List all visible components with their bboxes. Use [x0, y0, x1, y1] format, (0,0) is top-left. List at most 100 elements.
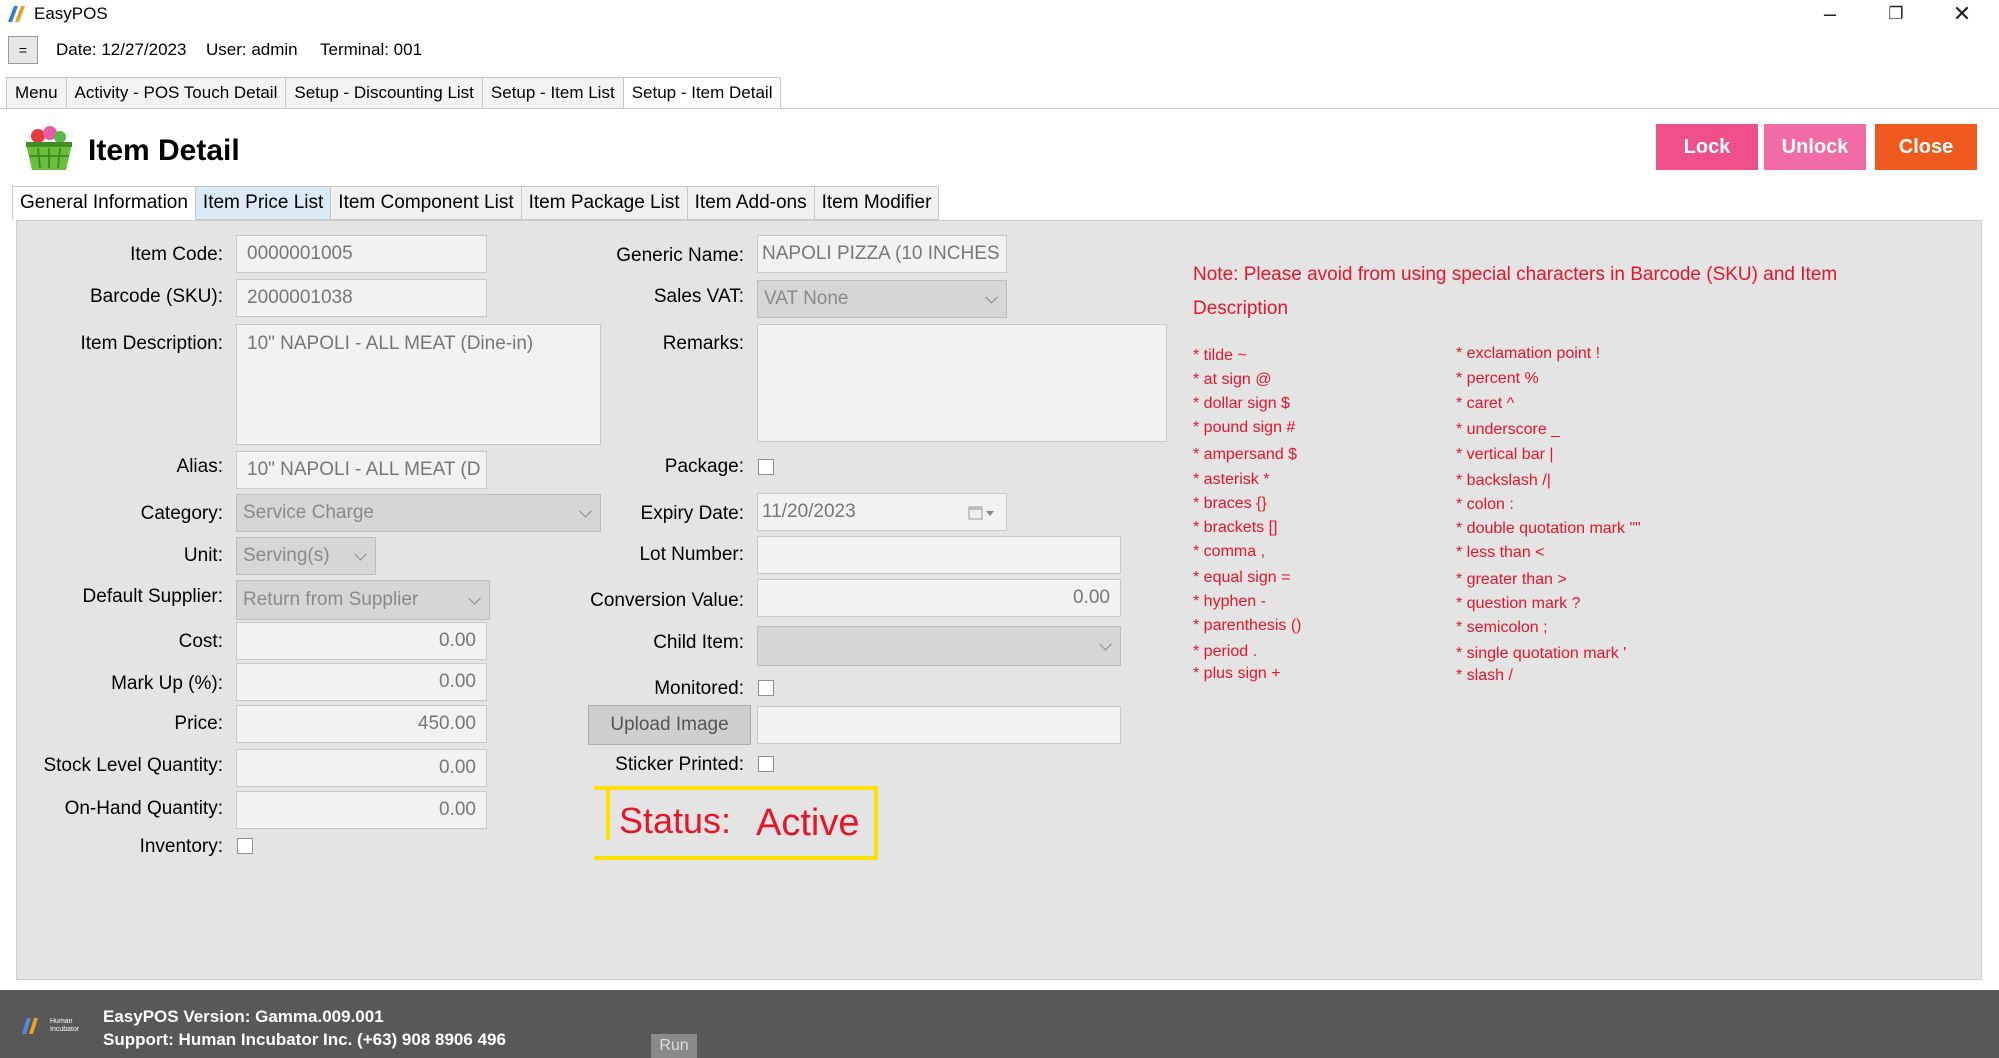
status-label: Status:: [619, 800, 732, 841]
close-button[interactable]: Close: [1875, 124, 1977, 170]
forbidden-symbol-item: * exclamation point !: [1456, 345, 1601, 362]
calendar-icon[interactable]: [968, 505, 996, 521]
remarks-field[interactable]: [757, 324, 1167, 442]
forbidden-symbol-item: * colon :: [1456, 496, 1514, 513]
package-checkbox[interactable]: [758, 459, 774, 475]
footer-logo-text: Human Incubator: [50, 1018, 80, 1033]
forbidden-symbol-item: * caret ^: [1456, 395, 1515, 412]
forbidden-symbol-item: * hyphen -: [1193, 593, 1266, 610]
stock-level-label: Stock Level Quantity:: [43, 755, 223, 776]
child-item-dropdown[interactable]: [757, 626, 1121, 666]
alias-field[interactable]: 10" NAPOLI - ALL MEAT (D: [236, 451, 487, 489]
forbidden-symbol-item: * at sign @: [1193, 371, 1272, 388]
item-detail-tabs: General Information Item Price List Item…: [12, 186, 940, 220]
run-button[interactable]: Run: [651, 1034, 697, 1058]
title-bar: EasyPOS – ❐ ✕: [0, 0, 1999, 30]
sales-vat-label: Sales VAT:: [653, 286, 744, 307]
conversion-value-field[interactable]: 0.00: [757, 579, 1121, 617]
item-description-label: Item Description:: [80, 333, 223, 354]
forbidden-symbol-item: * ampersand $: [1193, 446, 1298, 463]
date-display: Date: 12/27/2023: [56, 40, 187, 59]
expiry-date-picker[interactable]: 11/20/2023: [757, 493, 1007, 531]
forbidden-symbol-item: * pound sign #: [1193, 419, 1296, 436]
minimize-button[interactable]: –: [1797, 0, 1863, 28]
tab-item-price-list[interactable]: Item Price List: [194, 186, 332, 220]
page-title: Item Detail: [88, 134, 240, 167]
forbidden-symbol-item: * braces {}: [1193, 495, 1267, 512]
monitored-label: Monitored:: [654, 678, 744, 699]
forbidden-symbol-item: * less than <: [1456, 544, 1545, 561]
monitored-checkbox[interactable]: [758, 680, 774, 696]
close-icon: ✕: [1952, 1, 1972, 26]
tab-item-modifier[interactable]: Item Modifier: [813, 186, 940, 220]
price-label: Price:: [174, 713, 223, 734]
restore-button[interactable]: ❐: [1863, 0, 1929, 28]
tab-item-package-list[interactable]: Item Package List: [520, 186, 688, 220]
forbidden-symbol-item: * semicolon ;: [1456, 619, 1548, 636]
markup-field[interactable]: 0.00: [236, 663, 487, 701]
barcode-label: Barcode (SKU):: [89, 286, 223, 307]
item-description-field[interactable]: 10" NAPOLI - ALL MEAT (Dine-in): [236, 324, 601, 445]
forbidden-symbol-item: * period .: [1193, 643, 1258, 660]
unlock-button[interactable]: Unlock: [1764, 124, 1866, 170]
forbidden-symbol-item: * vertical bar |: [1456, 446, 1554, 463]
price-field[interactable]: 450.00: [236, 705, 487, 743]
tab-setup-item-list[interactable]: Setup - Item List: [481, 77, 624, 109]
unit-value: Serving(s): [243, 545, 330, 566]
upload-image-button[interactable]: Upload Image: [588, 705, 751, 745]
chevron-down-icon: [1099, 637, 1112, 651]
terminal-display: Terminal: 001: [320, 40, 423, 59]
inventory-checkbox[interactable]: [237, 838, 253, 854]
default-supplier-label: Default Supplier:: [82, 586, 223, 607]
forbidden-symbol-item: * underscore _: [1456, 421, 1561, 438]
stock-level-field[interactable]: 0.00: [236, 749, 487, 787]
easypos-logo-icon: [8, 6, 25, 22]
forbidden-symbol-item: * brackets []: [1193, 519, 1278, 536]
forbidden-symbol-item: * asterisk *: [1193, 471, 1270, 488]
tab-general-information[interactable]: General Information: [12, 186, 196, 220]
sticker-printed-label: Sticker Printed:: [615, 754, 744, 775]
forbidden-symbol-item: * slash /: [1456, 667, 1513, 684]
window-close-button[interactable]: ✕: [1929, 0, 1995, 28]
barcode-field[interactable]: 2000001038: [236, 279, 487, 317]
status-highlight: Status: Active: [594, 786, 878, 860]
minimize-icon: –: [1823, 1, 1837, 26]
default-supplier-dropdown[interactable]: Return from Supplier: [236, 580, 490, 620]
tab-activity-pos-touch-detail[interactable]: Activity - POS Touch Detail: [65, 77, 287, 109]
tab-item-add-ons[interactable]: Item Add-ons: [686, 186, 815, 220]
chevron-down-icon: [468, 591, 481, 605]
status-value: Active: [756, 802, 860, 844]
markup-label: Mark Up (%):: [111, 673, 223, 694]
forbidden-symbol-item: * comma ,: [1193, 543, 1266, 560]
generic-name-field[interactable]: NAPOLI PIZZA (10 INCHES: [757, 235, 1007, 273]
category-label: Category:: [140, 503, 223, 524]
forbidden-symbol-item: * percent %: [1456, 370, 1539, 387]
cost-field[interactable]: 0.00: [236, 622, 487, 660]
app-title: EasyPOS: [34, 4, 108, 23]
inventory-label: Inventory:: [139, 836, 223, 857]
sales-vat-dropdown[interactable]: VAT None: [757, 280, 1007, 318]
menu-toggle-button[interactable]: =: [8, 36, 38, 64]
forbidden-symbol-item: * greater than >: [1456, 571, 1567, 588]
tab-setup-item-detail[interactable]: Setup - Item Detail: [622, 77, 782, 109]
sticker-printed-checkbox[interactable]: [758, 756, 774, 772]
on-hand-quantity-field[interactable]: 0.00: [236, 791, 487, 829]
unit-dropdown[interactable]: Serving(s): [236, 537, 376, 575]
expiry-date-value: 11/20/2023: [762, 501, 856, 522]
category-dropdown[interactable]: Service Charge: [236, 494, 601, 532]
forbidden-symbol-item: * dollar sign $: [1193, 395, 1290, 412]
lock-button[interactable]: Lock: [1656, 124, 1758, 170]
forbidden-symbol-item: * question mark ?: [1456, 595, 1581, 612]
forbidden-symbol-item: * equal sign =: [1193, 569, 1291, 586]
expiry-date-label: Expiry Date:: [640, 503, 744, 524]
item-code-label: Item Code:: [130, 244, 223, 265]
tab-menu[interactable]: Menu: [6, 77, 67, 109]
lot-number-field[interactable]: [757, 536, 1121, 574]
restore-icon: ❐: [1888, 4, 1904, 23]
child-item-label: Child Item:: [653, 632, 744, 653]
tab-item-component-list[interactable]: Item Component List: [330, 186, 522, 220]
chevron-down-icon: [985, 290, 998, 304]
tab-setup-discounting-list[interactable]: Setup - Discounting List: [285, 77, 483, 109]
item-code-field[interactable]: 0000001005: [236, 235, 487, 273]
upload-image-path-field[interactable]: [757, 706, 1121, 744]
